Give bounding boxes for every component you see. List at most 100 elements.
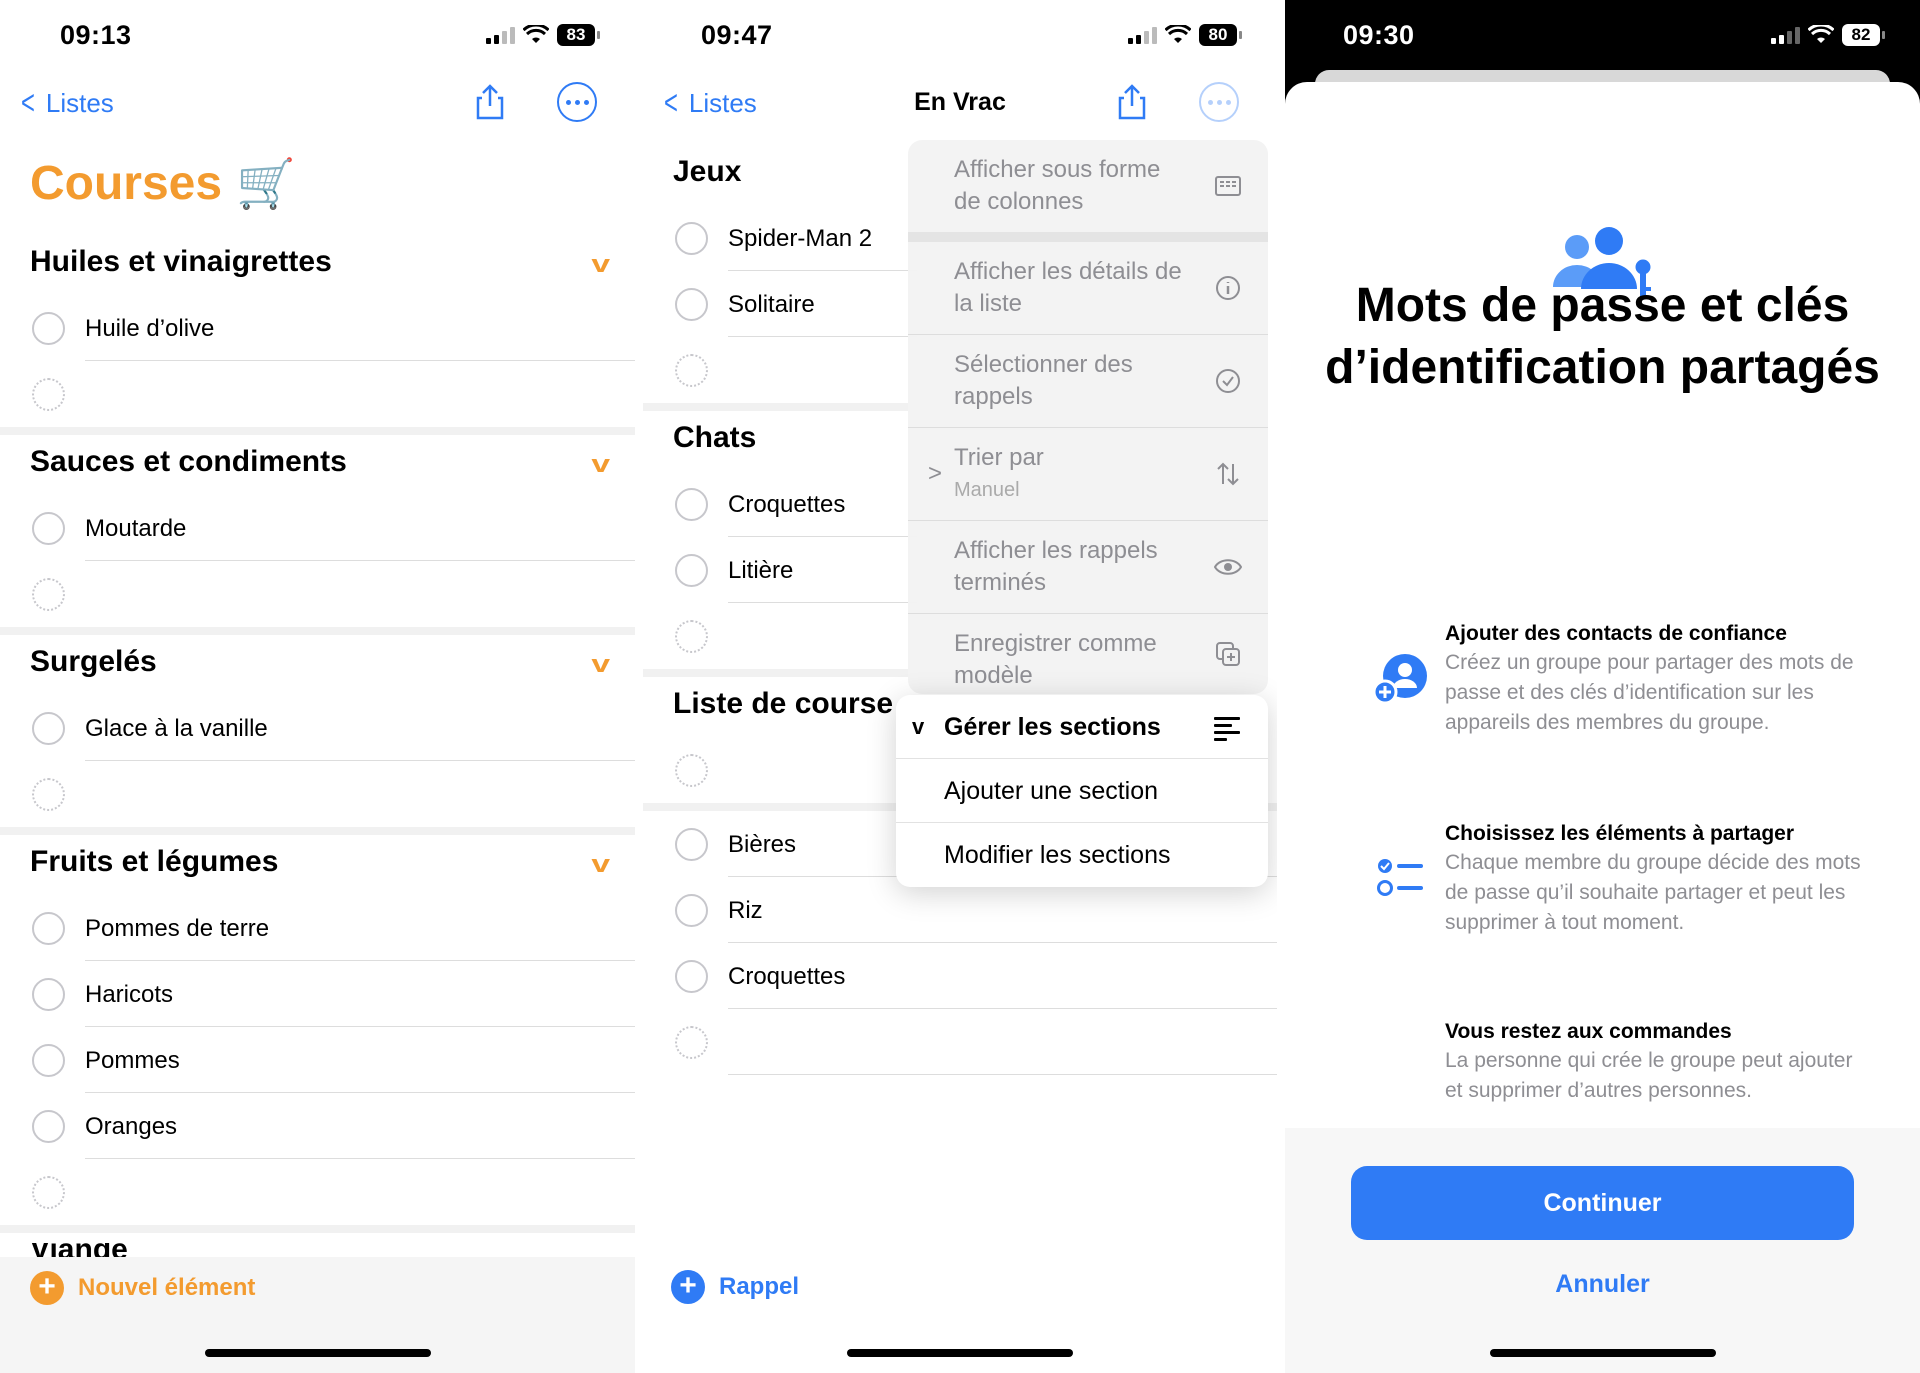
checkbox[interactable] — [675, 488, 708, 521]
section-name: Chats — [673, 421, 757, 454]
checkbox[interactable] — [675, 222, 708, 255]
checkbox[interactable] — [32, 912, 65, 945]
list-item[interactable]: Pommes de terre — [0, 895, 635, 961]
back-button[interactable]: < Listes — [18, 86, 114, 120]
menu-item-details[interactable]: Afficher les détails de la liste — [908, 242, 1268, 335]
feature-body: La personne qui crée le groupe peut ajou… — [1445, 1049, 1853, 1102]
wifi-icon — [1165, 25, 1191, 43]
empty-checkbox[interactable] — [32, 578, 65, 611]
menu-item-label: Afficher les détails de la liste — [954, 258, 1182, 317]
feature-choose-items: Choisissez les éléments à partager Chaqu… — [1377, 820, 1870, 938]
manage-sections-submenu: v Gérer les sections Ajouter une section … — [896, 695, 1268, 887]
checkbox[interactable] — [32, 978, 65, 1011]
item-label: Riz — [728, 897, 763, 924]
checkbox[interactable] — [32, 1044, 65, 1077]
section-name: Fruits et légumes — [30, 845, 279, 878]
list-item[interactable]: Litière — [643, 537, 917, 603]
empty-checkbox[interactable] — [675, 354, 708, 387]
section-header[interactable]: Jeux — [643, 155, 917, 205]
menu-item-sort[interactable]: > Trier par Manuel — [908, 428, 1268, 521]
empty-checkbox[interactable] — [32, 378, 65, 411]
list-item[interactable]: Solitaire — [643, 271, 917, 337]
empty-item[interactable] — [643, 337, 917, 403]
empty-item[interactable] — [0, 1159, 635, 1225]
section-header[interactable]: Surgelés v — [0, 645, 635, 695]
submenu-header-manage-sections[interactable]: v Gérer les sections — [896, 695, 1268, 759]
new-item-button[interactable]: + Nouvel élément — [30, 1271, 255, 1305]
section-header[interactable]: Chats — [643, 421, 917, 471]
edit-sections-button[interactable]: Modifier les sections — [896, 823, 1268, 887]
checkbox[interactable] — [32, 312, 65, 345]
phone-screen-shared-passwords: 09:30 82 Mots de passe et clés d’identif… — [1285, 0, 1920, 1373]
section-header[interactable]: Fruits et légumes v — [0, 845, 635, 895]
empty-checkbox[interactable] — [32, 778, 65, 811]
item-label: Bières — [728, 831, 797, 858]
add-section-button[interactable]: Ajouter une section — [896, 759, 1268, 823]
list-item[interactable]: Pommes — [0, 1027, 635, 1093]
menu-item-show-completed[interactable]: Afficher les rappels terminés — [908, 521, 1268, 614]
list-item[interactable]: Moutarde — [0, 495, 635, 561]
share-icon[interactable] — [1112, 82, 1152, 122]
chevron-down-icon[interactable]: v — [591, 851, 610, 879]
sort-icon — [1217, 462, 1239, 486]
section-fruits: Fruits et légumes v Pommes de terre Haric… — [0, 845, 635, 1233]
list-item[interactable]: Haricots — [0, 961, 635, 1027]
checkbox[interactable] — [675, 554, 708, 587]
checkbox[interactable] — [32, 512, 65, 545]
eye-icon — [1214, 559, 1242, 575]
section-huiles: Huiles et vinaigrettes v Huile d’olive — [0, 245, 635, 435]
more-options-icon[interactable] — [557, 82, 597, 122]
list-item[interactable]: Oranges — [0, 1093, 635, 1159]
home-indicator — [204, 1349, 431, 1357]
section-header[interactable]: Sauces et condiments v — [0, 445, 635, 495]
empty-item[interactable] — [0, 761, 635, 827]
menu-item-columns[interactable]: Afficher sous forme de colonnes — [908, 140, 1268, 242]
checkbox[interactable] — [675, 288, 708, 321]
section-header-partial[interactable]: Viande — [0, 1243, 635, 1257]
list-item[interactable]: Spider-Man 2 — [643, 205, 917, 271]
menu-item-select[interactable]: Sélectionner des rappels — [908, 335, 1268, 428]
status-bar: 09:13 83 — [0, 0, 635, 70]
feature-trusted-contacts: Ajouter des contacts de confiance Créez … — [1373, 620, 1870, 738]
empty-checkbox[interactable] — [675, 620, 708, 653]
checkbox[interactable] — [32, 1110, 65, 1143]
chevron-down-icon[interactable]: v — [591, 251, 610, 279]
feature-body: Chaque membre du groupe décide des mots … — [1445, 851, 1861, 934]
chevron-right-icon: > — [928, 460, 943, 487]
empty-item[interactable] — [0, 361, 635, 427]
empty-checkbox[interactable] — [675, 1026, 708, 1059]
list-item[interactable]: Croquettes — [643, 471, 917, 537]
chevron-down-icon[interactable]: v — [591, 451, 610, 479]
cancel-button[interactable]: Annuler — [1285, 1270, 1920, 1299]
checkbox[interactable] — [675, 828, 708, 861]
continue-button[interactable]: Continuer — [1351, 1166, 1854, 1240]
empty-checkbox[interactable] — [32, 1176, 65, 1209]
more-options-icon[interactable] — [1199, 82, 1239, 122]
new-item-label: Nouvel élément — [78, 1274, 256, 1301]
empty-checkbox[interactable] — [675, 754, 708, 787]
empty-item[interactable] — [643, 1009, 1277, 1075]
list-item[interactable]: Glace à la vanille — [0, 695, 635, 761]
new-reminder-button[interactable]: + Rappel — [671, 1270, 799, 1304]
list-item[interactable]: Huile d’olive — [0, 295, 635, 361]
section-name: Huiles et vinaigrettes — [30, 245, 332, 278]
section-header[interactable]: Huiles et vinaigrettes v — [0, 245, 635, 295]
footer — [1285, 1128, 1920, 1373]
item-label: Solitaire — [728, 291, 815, 318]
section-chats: Chats Croquettes Litière — [643, 421, 917, 677]
checkbox[interactable] — [32, 712, 65, 745]
list-item[interactable]: Croquettes — [643, 943, 1277, 1009]
feature-title: Choisissez les éléments à partager — [1445, 822, 1794, 845]
nav-bar: < Listes — [0, 80, 635, 130]
checkbox[interactable] — [675, 894, 708, 927]
menu-item-template[interactable]: Enregistrer comme modèle — [908, 614, 1268, 694]
empty-item[interactable] — [0, 561, 635, 627]
empty-item[interactable] — [643, 603, 917, 669]
chevron-down-icon[interactable]: v — [591, 651, 610, 679]
signal-icon — [1771, 26, 1800, 44]
share-icon[interactable] — [470, 82, 510, 122]
feature-stay-in-control: Vous restez aux commandes La personne qu… — [1445, 1018, 1870, 1128]
status-bar: 09:47 80 — [643, 0, 1277, 70]
section-header[interactable]: Liste de course — [643, 687, 908, 737]
checkbox[interactable] — [675, 960, 708, 993]
